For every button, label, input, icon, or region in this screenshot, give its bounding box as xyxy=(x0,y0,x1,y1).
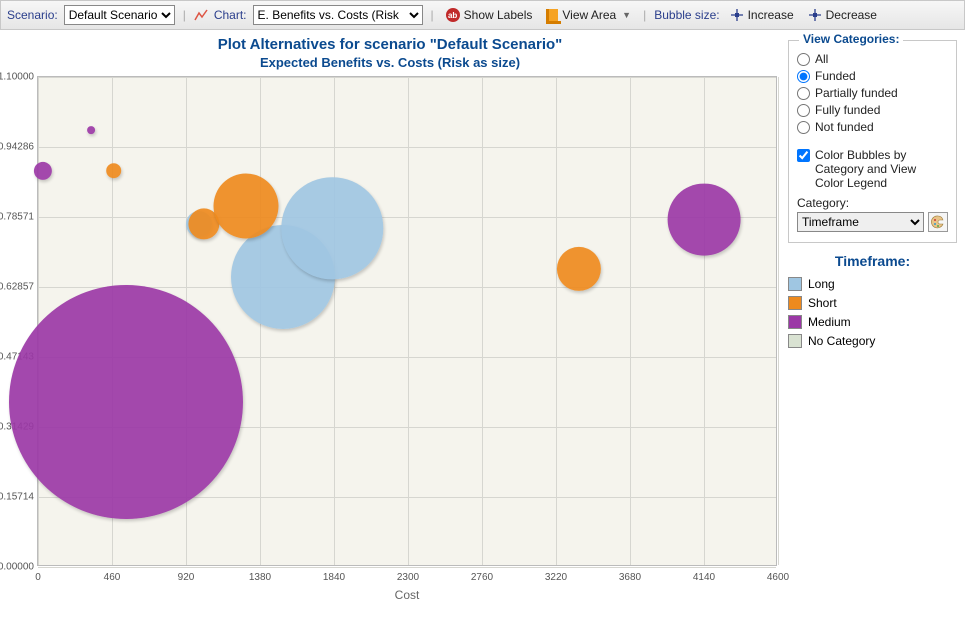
bubble-point[interactable] xyxy=(213,174,278,239)
bubble-point[interactable] xyxy=(556,246,600,290)
main-area: Plot Alternatives for scenario "Default … xyxy=(0,30,965,633)
chart-region: Plot Alternatives for scenario "Default … xyxy=(0,30,780,633)
x-tick: 2760 xyxy=(471,572,493,583)
radio-fully-funded[interactable]: Fully funded xyxy=(797,103,948,117)
y-tick: 0.15714 xyxy=(0,492,34,503)
x-tick: 2300 xyxy=(397,572,419,583)
x-tick: 4140 xyxy=(693,572,715,583)
y-tick: 0.78571 xyxy=(0,212,34,223)
chart-type-select[interactable]: E. Benefits vs. Costs (Risk xyxy=(253,5,423,25)
increase-icon xyxy=(730,8,744,22)
color-bubbles-checkbox[interactable]: Color Bubbles by Category and View Color… xyxy=(797,148,948,190)
separator: | xyxy=(181,8,188,22)
bubble-point[interactable] xyxy=(87,127,95,135)
bubble-point[interactable] xyxy=(668,183,741,256)
right-panel: View Categories: All Funded Partially fu… xyxy=(780,30,965,633)
radio-not-funded[interactable]: Not funded xyxy=(797,120,948,134)
category-select[interactable]: Timeframe xyxy=(797,212,924,232)
y-tick: 0.00000 xyxy=(0,562,34,573)
chevron-down-icon: ▼ xyxy=(622,10,631,20)
x-tick: 4600 xyxy=(767,572,789,583)
chart-label: Chart: xyxy=(214,8,247,22)
palette-icon xyxy=(931,215,945,229)
scenario-select[interactable]: Default Scenario xyxy=(64,5,175,25)
legend-item-long: Long xyxy=(788,277,957,291)
chart-subtitle: Expected Benefits vs. Costs (Risk as siz… xyxy=(260,55,520,70)
decrease-icon xyxy=(808,8,822,22)
radio-all[interactable]: All xyxy=(797,52,948,66)
bubble-point[interactable] xyxy=(34,161,52,179)
show-labels-icon: ab xyxy=(446,8,460,22)
legend-item-nocat: No Category xyxy=(788,334,957,348)
bubble-point[interactable] xyxy=(106,163,122,179)
palette-button[interactable] xyxy=(928,212,948,232)
plot-area[interactable]: 0460920138018402300276032203680414046000… xyxy=(37,76,777,566)
bubble-point[interactable] xyxy=(282,178,383,279)
view-area-text: View Area xyxy=(562,8,616,22)
x-tick: 920 xyxy=(178,572,195,583)
y-tick: 0.94286 xyxy=(0,141,34,152)
x-tick: 1840 xyxy=(323,572,345,583)
x-axis-label: Cost xyxy=(395,588,420,602)
scenario-label: Scenario: xyxy=(7,8,58,22)
bubble-point[interactable] xyxy=(9,285,243,519)
x-tick: 1380 xyxy=(249,572,271,583)
category-label: Category: xyxy=(797,196,948,210)
color-legend: Timeframe: Long Short Medium No Category xyxy=(788,253,957,348)
legend-heading: Timeframe: xyxy=(788,253,957,269)
x-tick: 460 xyxy=(104,572,121,583)
increase-bubble-button[interactable]: Increase xyxy=(726,6,798,24)
radio-funded[interactable]: Funded xyxy=(797,69,948,83)
legend-item-medium: Medium xyxy=(788,315,957,329)
view-area-icon xyxy=(546,9,558,21)
view-area-button[interactable]: View Area ▼ xyxy=(542,6,635,24)
bubble-size-label: Bubble size: xyxy=(654,8,719,22)
x-tick: 3220 xyxy=(545,572,567,583)
separator: | xyxy=(641,8,648,22)
y-tick: 0.62857 xyxy=(0,282,34,293)
y-tick: 1.10000 xyxy=(0,72,34,83)
chart-icon xyxy=(194,8,208,22)
toolbar: Scenario: Default Scenario | Chart: E. B… xyxy=(0,0,965,30)
x-tick: 3680 xyxy=(619,572,641,583)
view-categories-title: View Categories: xyxy=(799,32,903,46)
x-tick: 0 xyxy=(35,572,41,583)
decrease-text: Decrease xyxy=(826,8,877,22)
show-labels-text: Show Labels xyxy=(464,8,533,22)
increase-text: Increase xyxy=(748,8,794,22)
chart-title: Plot Alternatives for scenario "Default … xyxy=(218,36,563,53)
separator: | xyxy=(429,8,436,22)
legend-item-short: Short xyxy=(788,296,957,310)
show-labels-button[interactable]: ab Show Labels xyxy=(442,6,537,24)
view-categories-fieldset: View Categories: All Funded Partially fu… xyxy=(788,40,957,243)
radio-partially-funded[interactable]: Partially funded xyxy=(797,86,948,100)
decrease-bubble-button[interactable]: Decrease xyxy=(804,6,881,24)
